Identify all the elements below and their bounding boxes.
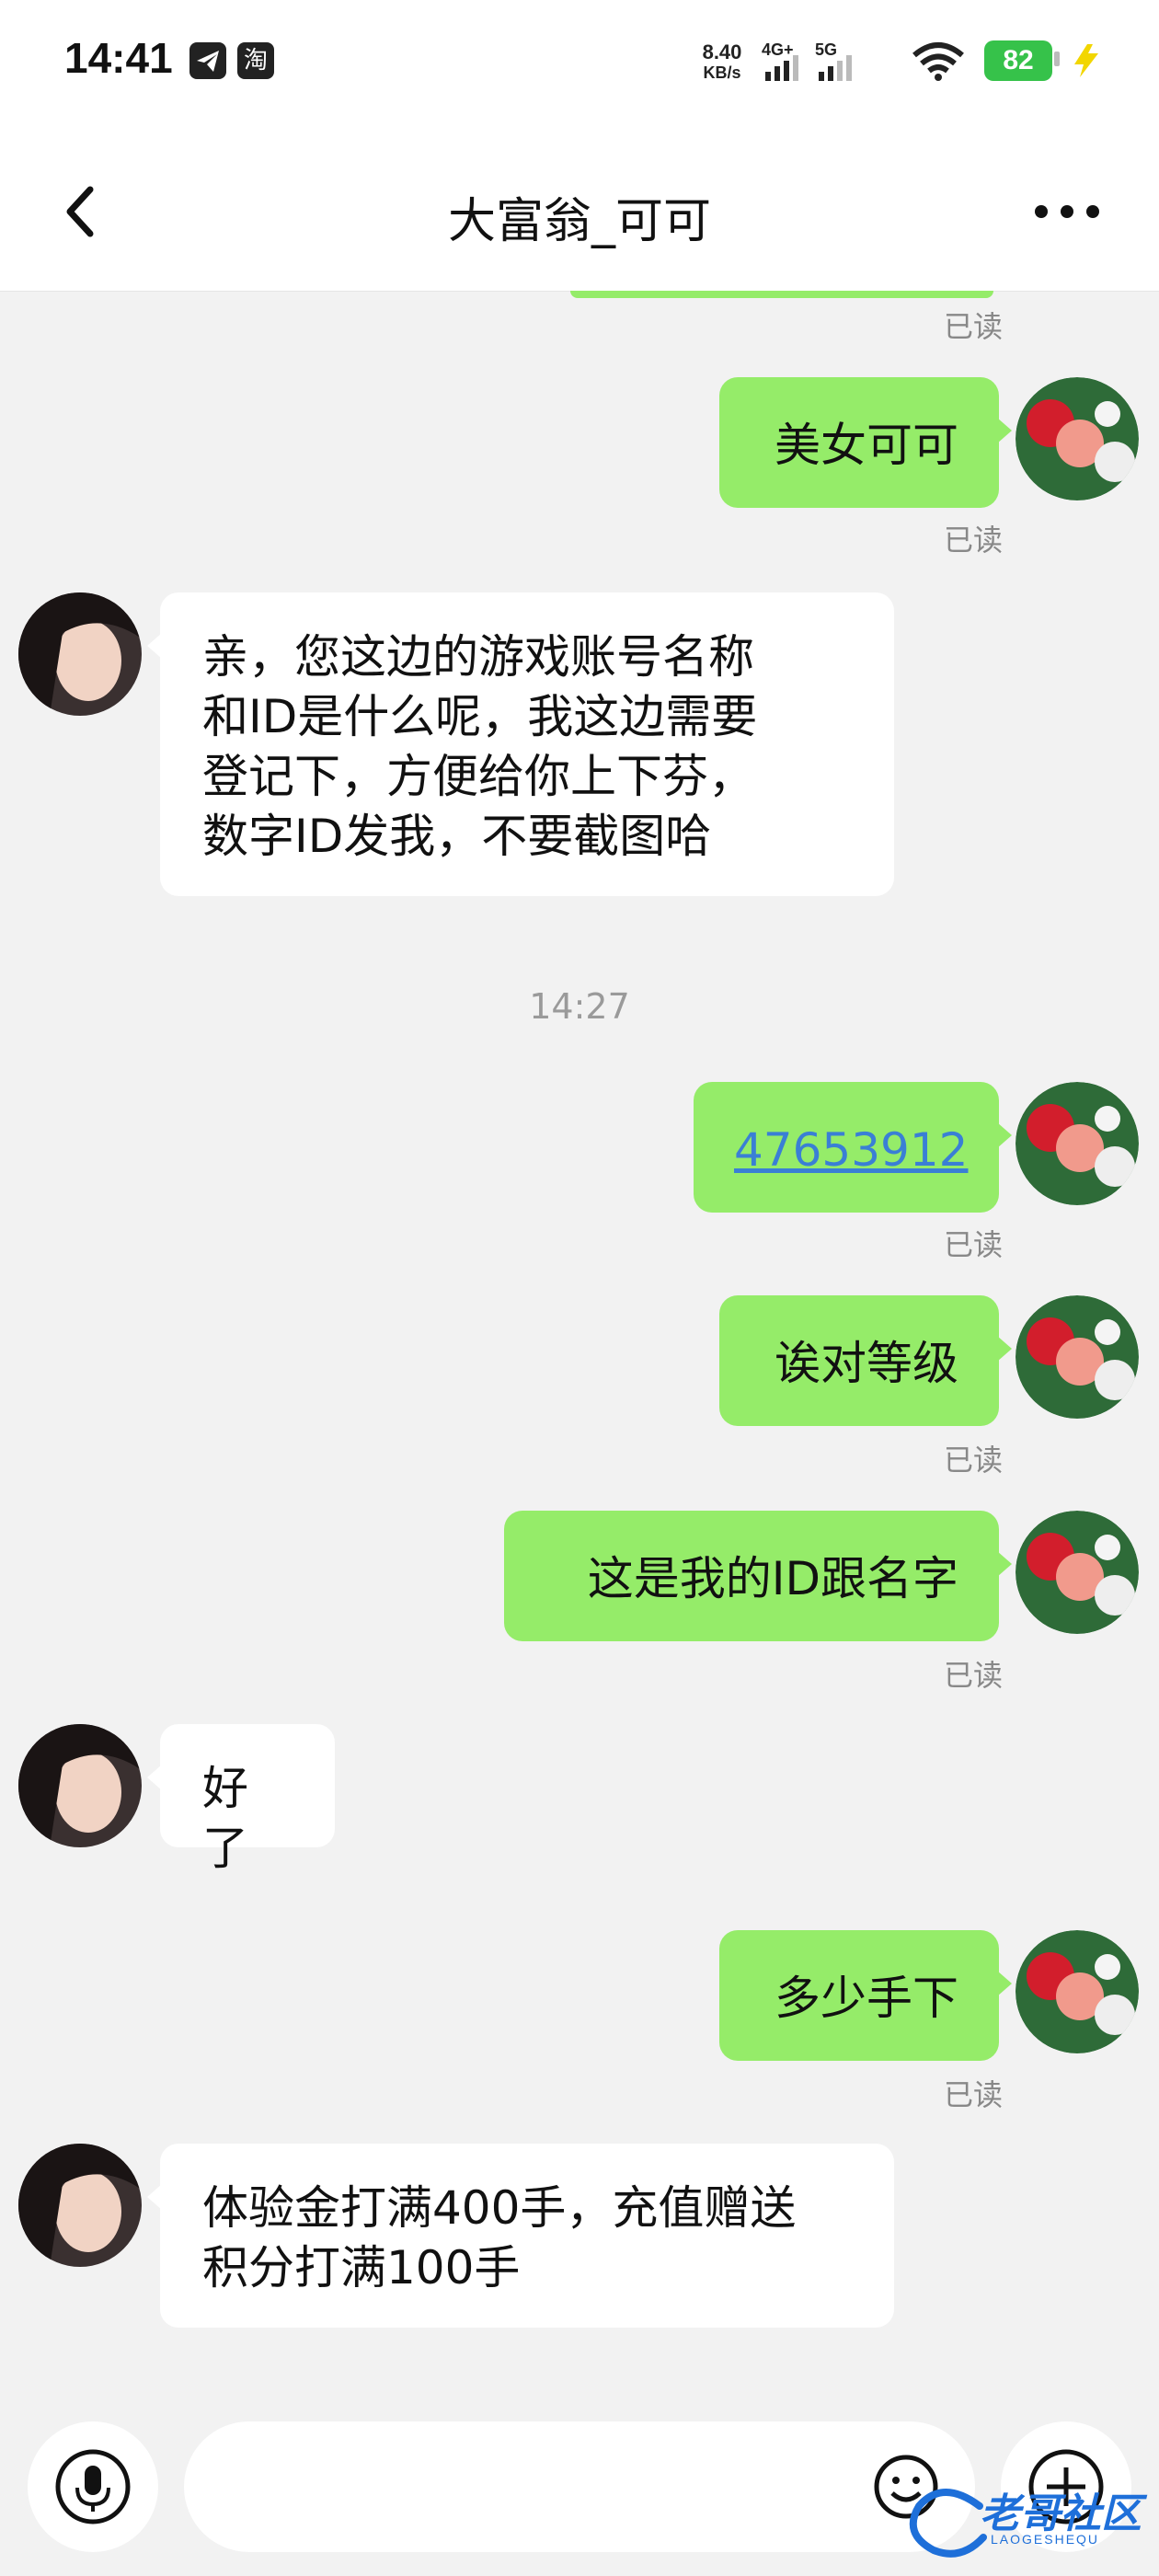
read-status: 已读 [943,1443,1003,1478]
my-avatar[interactable] [1016,1511,1139,1634]
read-status: 已读 [943,1227,1003,1262]
signal-4g-icon: 4G+ [762,40,808,83]
battery-cap [1054,52,1060,66]
contact-avatar[interactable] [18,2144,142,2267]
message-text: 好了 [202,1762,248,1875]
more-options-button[interactable] [1030,193,1104,230]
message-text-line: 登记下，方便给你上下芬， [202,750,754,803]
net-speed-unit: KB/s [703,63,741,82]
message-bubble-sent[interactable]: 美女可可 [719,377,1012,508]
message-bubble-sent[interactable]: 诶对等级 [719,1295,1012,1426]
message-text-line: 数字ID发我，不要截图哈 [202,810,712,863]
status-time: 14:41 [64,34,173,82]
my-avatar[interactable] [1016,1082,1139,1205]
my-avatar[interactable] [1016,1295,1139,1419]
time-divider: 14:27 [529,986,630,1027]
message-text-line: 亲，您这边的游戏账号名称 [202,630,754,684]
charging-icon [1071,42,1102,79]
message-bubble-sent[interactable]: 这是我的ID跟名字 [504,1511,1012,1641]
more-dots-icon [1035,205,1099,218]
message-bubble-sent[interactable]: 多少手下 [719,1930,1012,2061]
microphone-icon [55,2449,131,2524]
read-status: 已读 [943,2077,1003,2112]
message-bubble-received[interactable]: 好了 [147,1724,335,1875]
chat-header: 大富翁_可可 [0,129,1159,292]
message-text-line: 积分打满100手 [202,2241,521,2294]
message-text: 美女可可 [775,419,958,472]
taobao-icon: 淘 [237,42,274,79]
contact-avatar[interactable] [18,592,142,716]
net-speed: 8.40 KB/s [690,42,754,83]
phone-number-link[interactable]: 47653912 [734,1123,969,1177]
message-text: 这是我的ID跟名字 [587,1552,958,1605]
wifi-icon [911,40,966,83]
partial-message-bubble [570,291,993,298]
my-avatar[interactable] [1016,377,1139,500]
watermark-logo: 老哥社区 LAOGESHEQU [906,2475,1154,2567]
battery-indicator: 82 [984,40,1052,81]
message-text-line: 和ID是什么呢，我这边需要 [202,690,758,743]
input-bar: 老哥社区 LAOGESHEQU [0,2407,1159,2576]
message-list[interactable]: 已读 美女可可 已读 亲，您这边的游戏账号名称 和ID是什么呢，我这边需要 登记… [0,291,1159,2407]
message-input[interactable] [184,2421,975,2552]
message-bubble-received[interactable]: 体验金打满400手，充值赠送 积分打满100手 [147,2144,894,2328]
message-bubble-sent[interactable]: 47653912 [694,1082,1012,1213]
my-avatar[interactable] [1016,1930,1139,2053]
voice-button[interactable] [28,2421,158,2552]
watermark-text: 老哥社区 [980,2490,1142,2537]
message-text: 诶对等级 [775,1337,958,1390]
taobao-glyph: 淘 [243,47,268,75]
message-text-line: 体验金打满400手，充值赠送 [202,2181,797,2235]
read-status: 已读 [943,523,1003,558]
status-bar: 14:41 淘 8.40 KB/s 4G+ 5G 82 [0,0,1159,129]
watermark-swirl-icon [909,2489,987,2558]
read-status: 已读 [943,309,1003,344]
message-text: 多少手下 [775,1972,958,2025]
contact-avatar[interactable] [18,1724,142,1847]
watermark-subtext: LAOGESHEQU [991,2532,1100,2547]
message-bubble-received[interactable]: 亲，您这边的游戏账号名称 和ID是什么呢，我这边需要 登记下，方便给你上下芬， … [147,592,894,896]
chat-screen: 14:41 淘 8.40 KB/s 4G+ 5G 82 大富翁_可可 已读 美女… [0,0,1159,2576]
signal-5g-icon: 5G [815,40,861,83]
chat-title: 大富翁_可可 [447,194,711,249]
net-speed-value: 8.40 [702,40,742,63]
telegram-icon [189,42,226,79]
read-status: 已读 [943,1658,1003,1693]
